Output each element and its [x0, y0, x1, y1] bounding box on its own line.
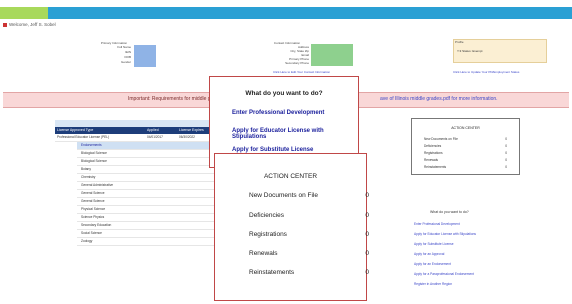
enter-pd-link[interactable]: Enter Professional Development [232, 110, 324, 116]
ac-row-registrations[interactable]: Registrations 0 [249, 231, 369, 238]
primary-value-block [134, 45, 156, 67]
welcome-text: Welcome, Jeff S. Sobel [3, 22, 56, 27]
side-action-center: ACTION CENTER New Documents on File 0 Def… [411, 118, 520, 175]
side-ac-row[interactable]: New Documents on File 0 [424, 137, 507, 141]
profile-status: Y:3 Status: Exempt [457, 49, 483, 53]
side-action-center-title: ACTION CENTER [451, 126, 480, 130]
side-link-endorsement[interactable]: Apply for an Endorsement [414, 262, 451, 266]
edit-contact-link[interactable]: Click Here to Edit Your Contact Informat… [273, 70, 330, 74]
contact-info-box: Contact Information Address City, State … [265, 41, 355, 77]
primary-label-gender: Gender [120, 60, 131, 64]
action-center-title: ACTION CENTER [263, 173, 318, 180]
side-ac-row[interactable]: Renewals 0 [424, 158, 507, 162]
profile-title: Profile [455, 40, 464, 44]
ac-row-reinstatements[interactable]: Reinstatements 0 [249, 269, 369, 276]
contact-label-phone2: Secondary Phone [285, 61, 309, 65]
applied-cell: 04/01/2017 [147, 135, 163, 139]
ac-row-new-documents[interactable]: New Documents on File 0 [249, 192, 369, 199]
popup-title: What do you want to do? [245, 90, 323, 97]
header-bar-left [0, 7, 48, 19]
col-expires: License Expires [179, 128, 204, 132]
side-ac-row[interactable]: Reinstatements 0 [424, 165, 507, 169]
header-bar [48, 7, 572, 19]
banner-link[interactable]: ave of Illinois middle grades.pdf for mo… [380, 96, 498, 102]
ac-row-renewals[interactable]: Renewals 0 [249, 250, 369, 257]
primary-label-iein: IEIN [125, 50, 131, 54]
side-link-approval[interactable]: Apply for an Approval [414, 252, 444, 256]
side-link-enter-pd[interactable]: Enter Professional Development [414, 222, 460, 226]
banner-text: Important: Requirements for middle grade [128, 96, 221, 102]
primary-label-name: Full Name [117, 45, 131, 49]
contact-value-block [311, 44, 353, 66]
side-link-stipulations[interactable]: Apply for Educator License with Stipulat… [414, 232, 476, 236]
profile-box: Profile Y:3 Status: Exempt Click Here to… [447, 37, 552, 77]
side-link-register-region[interactable]: Register in Another Region [414, 282, 452, 286]
side-ac-row[interactable]: Registrations 0 [424, 151, 507, 155]
side-menu-question: What do you want to do? [430, 210, 469, 214]
update-profile-link[interactable]: Click Here to Update Your PD/Employment … [453, 70, 519, 74]
side-link-paraprofessional[interactable]: Apply for a Paraprofessional Endorsement [414, 272, 474, 276]
side-ac-row[interactable]: Deficiencies 0 [424, 144, 507, 148]
primary-info-box: Primary Information Full Name IEIN DOB G… [97, 41, 157, 71]
side-link-substitute[interactable]: Apply for Substitute License [414, 242, 454, 246]
apply-stipulations-link[interactable]: Apply for Educator License with Stipulat… [232, 128, 358, 140]
ac-row-deficiencies[interactable]: Deficiencies 0 [249, 212, 369, 219]
license-type-cell: Professional Educator License (PEL) [57, 135, 110, 139]
user-icon [3, 22, 7, 27]
col-license-type: License Approved Type [57, 128, 94, 132]
action-center-panel: ACTION CENTER New Documents on File 0 Def… [214, 153, 369, 301]
col-applied: Applied [147, 128, 159, 132]
primary-label-dob: DOB [124, 55, 131, 59]
expires-cell: 06/30/2022 [179, 135, 195, 139]
